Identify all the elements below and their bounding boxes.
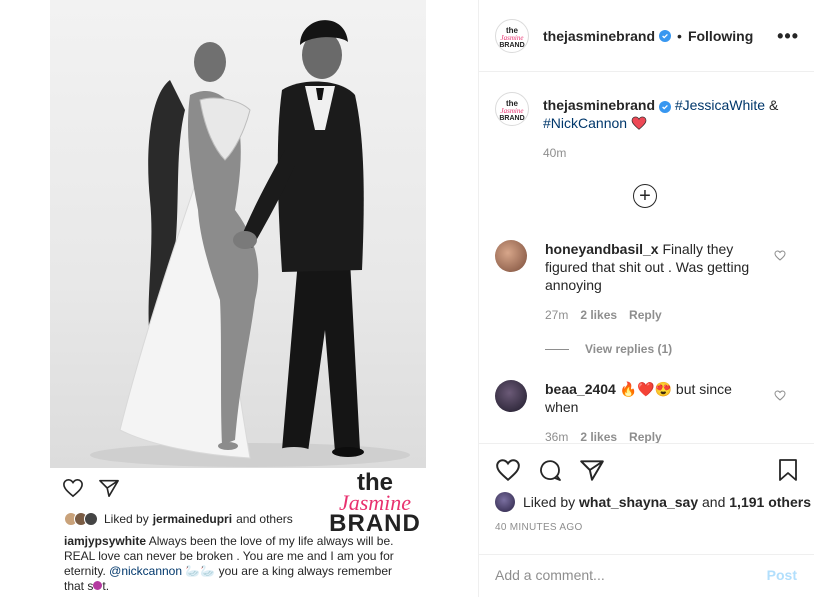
comment-like-icon[interactable] [774,248,786,266]
following-button[interactable]: Following [688,28,753,44]
post-button[interactable]: Post [767,567,797,583]
post-image-panel: the Jasmine BRAND Liked by jermainedupri… [0,0,478,597]
commenter-avatar[interactable] [495,240,527,272]
separator-dot: • [677,28,682,44]
divider [545,348,569,350]
like-heart-icon[interactable] [495,458,521,487]
embedded-post-actions [62,478,120,503]
commenter-username[interactable]: beaa_2404 [545,381,616,397]
verified-badge-icon [658,101,671,113]
author-avatar[interactable]: the Jasmine BRAND [495,19,529,53]
comment-likes[interactable]: 2 likes [580,430,617,444]
couple-photo-illustration [90,20,410,467]
post-sidebar: the Jasmine BRAND thejasminebrand • Foll… [478,0,814,598]
more-options-icon[interactable]: ••• [777,26,799,47]
brand-watermark: the Jasmine BRAND [329,469,421,537]
reply-button[interactable]: Reply [629,308,662,322]
add-comment-bar: Add a comment... Post [479,554,814,599]
liker-avatar [84,512,98,526]
swan-emoji: 🦢🦢 [185,564,216,578]
caption-text: thejasminebrand #JessicaWhite & #NickCan… [543,97,779,131]
embedded-liked-by: Liked by jermainedupri and others [64,512,293,526]
share-icon[interactable] [579,458,605,487]
caption-username[interactable]: thejasminebrand [543,97,655,113]
fire-emoji: 🔥❤️😍 [619,381,673,397]
hashtag-link[interactable]: #JessicaWhite [675,97,765,113]
author-username[interactable]: thejasminebrand [543,28,655,44]
reply-button[interactable]: Reply [629,430,662,444]
red-heart-icon [631,115,647,131]
post-action-icons [495,458,605,487]
caption-time: 40m [543,146,567,160]
embedded-caption: iamjypsywhite Always been the love of my… [64,534,394,593]
liked-by: Liked by what_shayna_say and 1,191 other… [495,492,811,512]
view-replies-button[interactable]: View replies (1) [545,342,672,356]
caption-author-avatar[interactable]: the Jasmine BRAND [495,92,529,126]
post-header: the Jasmine BRAND thejasminebrand • Foll… [479,0,814,72]
comment-likes[interactable]: 2 likes [580,308,617,322]
comment-bubble-icon[interactable] [537,458,563,487]
heart-icon [62,478,84,503]
post-actions-panel: Liked by what_shayna_say and 1,191 other… [479,443,814,598]
author-info: thejasminebrand • Following [543,28,753,44]
comment-text: honeyandbasil_x Finally they figured tha… [545,241,750,293]
post-photo[interactable] [50,0,426,468]
verified-badge-icon [659,30,672,42]
commenter-username[interactable]: honeyandbasil_x [545,241,659,257]
load-more-comments-icon[interactable]: + [633,184,657,208]
comment-text: beaa_2404 🔥❤️😍 but since when [545,381,732,415]
liker-username[interactable]: what_shayna_say [579,494,698,510]
comment-like-icon[interactable] [774,388,786,406]
liker-avatar[interactable] [495,492,515,512]
commenter-avatar[interactable] [495,380,527,412]
comment-meta: 36m 2 likes Reply [545,430,662,444]
comment-input[interactable]: Add a comment... [495,567,605,583]
post-timestamp: 40 MINUTES AGO [495,522,583,533]
share-icon [98,478,120,503]
likes-count[interactable]: 1,191 others [729,494,811,510]
censor-blot [93,581,103,590]
comment-meta: 27m 2 likes Reply [545,308,662,322]
hashtag-link[interactable]: #NickCannon [543,115,627,131]
embedded-post-footer: the Jasmine BRAND Liked by jermainedupri… [50,468,426,597]
bookmark-icon[interactable] [777,458,799,487]
